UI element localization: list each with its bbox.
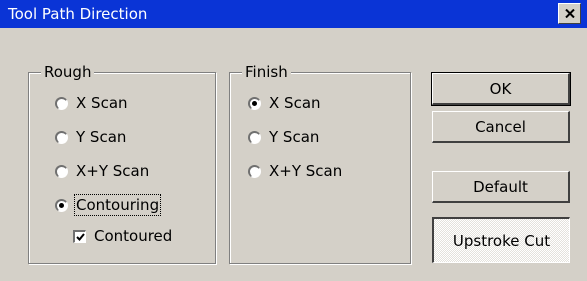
contoured-checkbox-row[interactable]: Contoured bbox=[73, 226, 172, 246]
rough-option-xy-scan[interactable]: X+Y Scan bbox=[55, 161, 149, 181]
rough-legend: Rough bbox=[41, 63, 95, 81]
rough-option-x-scan[interactable]: X Scan bbox=[55, 93, 128, 113]
finish-option-x-scan[interactable]: X Scan bbox=[248, 93, 321, 113]
cancel-button-label: Cancel bbox=[475, 117, 526, 136]
rough-option-y-scan[interactable]: Y Scan bbox=[55, 127, 126, 147]
checkbox-checked-icon[interactable] bbox=[73, 229, 86, 243]
radio-icon[interactable] bbox=[248, 130, 261, 144]
ok-button-label: OK bbox=[489, 79, 512, 98]
close-icon bbox=[564, 9, 575, 18]
option-label: X Scan bbox=[76, 94, 128, 112]
close-button[interactable] bbox=[558, 3, 581, 24]
title-bar[interactable]: Tool Path Direction bbox=[0, 0, 587, 28]
option-label: Y Scan bbox=[269, 128, 320, 146]
finish-legend: Finish bbox=[242, 63, 291, 81]
dialog-window: Tool Path Direction Rough X Scan Y Scan … bbox=[0, 0, 587, 281]
cancel-button[interactable]: Cancel bbox=[432, 111, 570, 143]
checkbox-label: Contoured bbox=[94, 227, 173, 245]
radio-icon[interactable] bbox=[55, 130, 68, 144]
default-button-label: Default bbox=[473, 177, 528, 196]
radio-selected-icon[interactable] bbox=[248, 96, 261, 110]
option-label: X Scan bbox=[269, 94, 321, 112]
option-label: X+Y Scan bbox=[76, 162, 150, 180]
radio-selected-icon[interactable] bbox=[55, 198, 68, 212]
radio-icon[interactable] bbox=[248, 164, 261, 178]
upstroke-cut-toggle-button[interactable]: Upstroke Cut bbox=[432, 217, 570, 263]
option-label: X+Y Scan bbox=[269, 162, 343, 180]
checkmark-icon bbox=[75, 232, 85, 241]
radio-icon[interactable] bbox=[55, 96, 68, 110]
window-title: Tool Path Direction bbox=[8, 5, 148, 23]
radio-icon[interactable] bbox=[55, 164, 68, 178]
option-label: Y Scan bbox=[76, 128, 127, 146]
rough-option-contouring[interactable]: Contouring bbox=[55, 194, 162, 216]
default-button[interactable]: Default bbox=[432, 171, 570, 203]
finish-option-xy-scan[interactable]: X+Y Scan bbox=[248, 161, 342, 181]
option-label: Contouring bbox=[73, 194, 162, 216]
upstroke-cut-label: Upstroke Cut bbox=[452, 231, 551, 250]
finish-option-y-scan[interactable]: Y Scan bbox=[248, 127, 319, 147]
ok-button[interactable]: OK bbox=[431, 72, 571, 106]
